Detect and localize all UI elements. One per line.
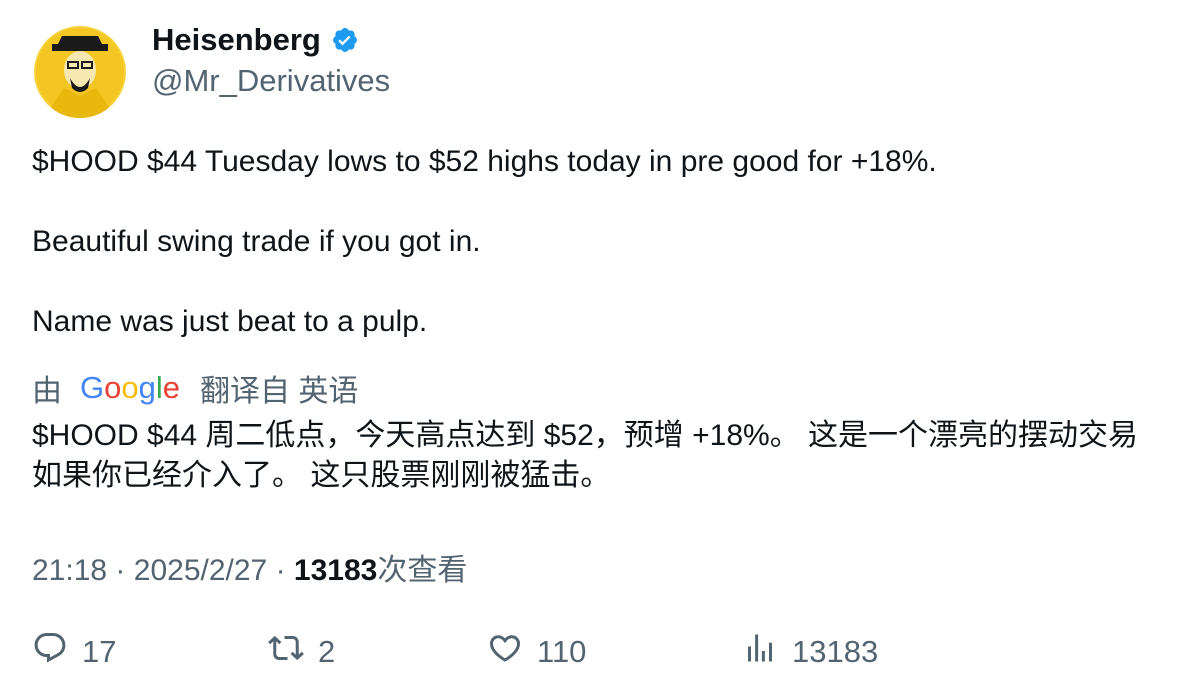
retweet-icon [268, 630, 304, 674]
translation-from-label: 翻译自 英语 [200, 375, 359, 408]
verified-badge-icon [331, 26, 359, 54]
heart-icon [487, 630, 523, 674]
views-action-count: 13183 [792, 634, 879, 669]
retweet-button[interactable]: 2 [268, 630, 335, 674]
tweet-line-1: $HOOD $44 Tuesday lows to $52 highs toda… [32, 145, 937, 178]
reply-button[interactable]: 17 [32, 630, 116, 674]
retweet-count: 2 [318, 634, 336, 669]
meta-separator-2: · [275, 554, 286, 587]
analytics-icon [742, 630, 778, 674]
author-name[interactable]: Heisenberg [152, 22, 359, 58]
translation-attribution: 由 Google 翻译自 英语 [32, 368, 358, 408]
avatar[interactable] [34, 26, 126, 118]
reply-icon [32, 630, 68, 674]
tweet-line-3: Name was just beat to a pulp. [32, 305, 428, 338]
reply-count: 17 [82, 634, 117, 669]
views-count: 13183 [293, 554, 378, 587]
like-button[interactable]: 110 [487, 630, 586, 674]
like-count: 110 [537, 634, 587, 669]
google-logo[interactable]: Google [80, 370, 180, 406]
views-label: 次查看 [377, 554, 468, 587]
tweet-date[interactable]: 2025/2/27 [134, 554, 267, 587]
meta-separator: · [115, 554, 126, 587]
tweet-line-2: Beautiful swing trade if you got in. [32, 225, 481, 258]
translated-text: $HOOD $44 周二低点，今天高点达到 $52，预增 +18%。 这是一个漂… [32, 419, 1139, 492]
author-handle[interactable]: @Mr_Derivatives [152, 63, 390, 99]
views-button[interactable]: 13183 [742, 630, 878, 674]
tweet-time[interactable]: 21:18 [32, 554, 107, 587]
author-name-text[interactable]: Heisenberg [152, 22, 321, 58]
tweet-meta: 21:18 · 2025/2/27 · 13183次查看 [32, 545, 467, 589]
translation-by-label: 由 [32, 375, 62, 408]
action-bar: 17 2 110 13183 [32, 630, 1162, 674]
